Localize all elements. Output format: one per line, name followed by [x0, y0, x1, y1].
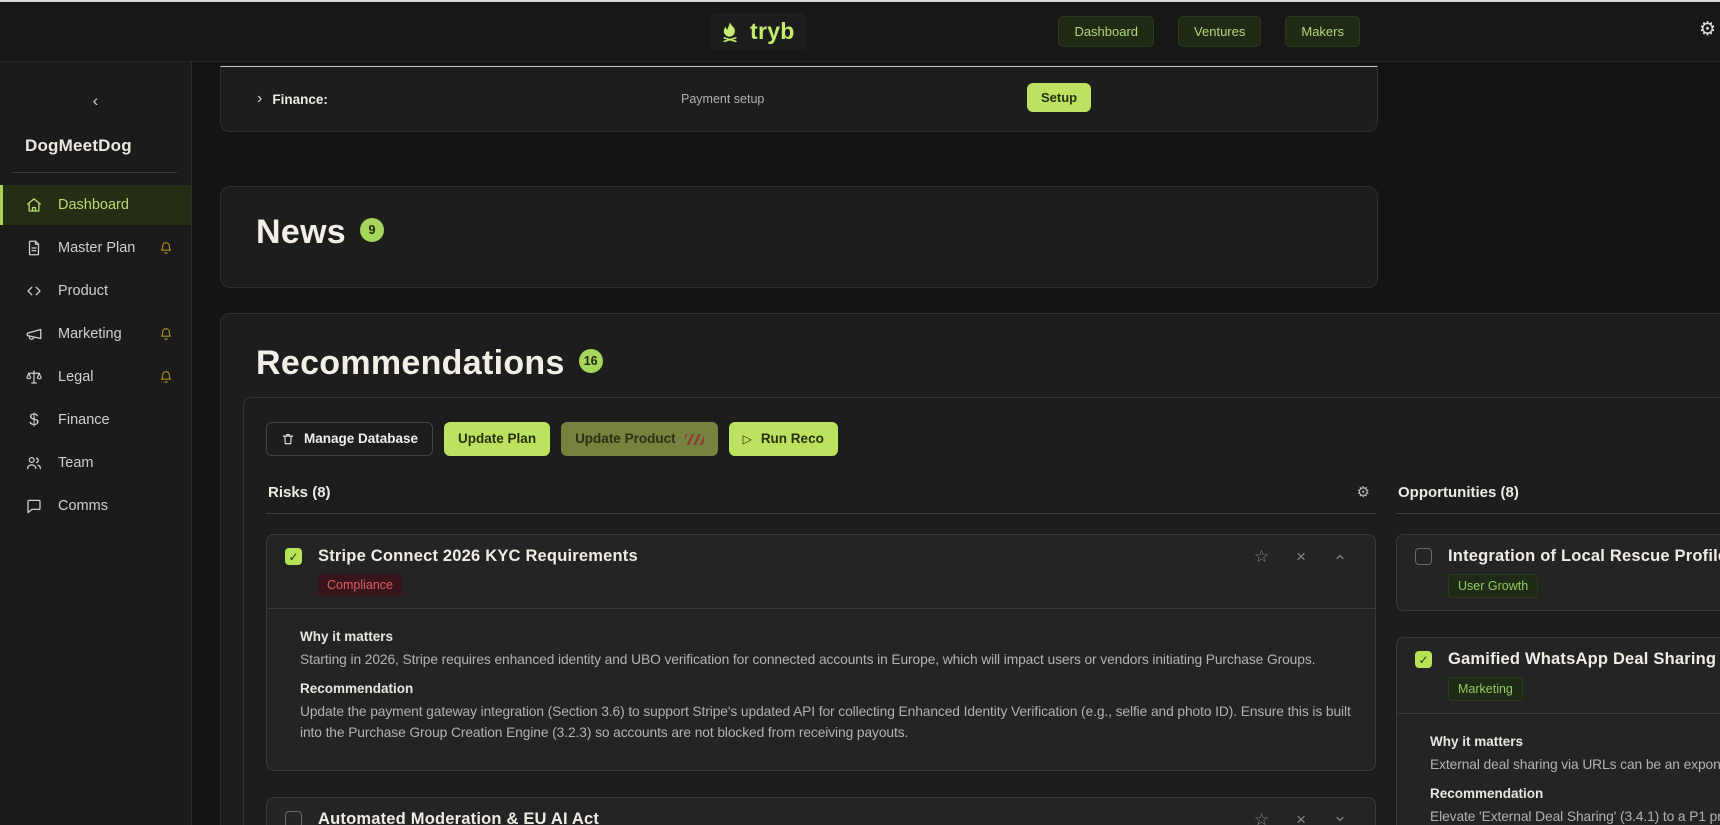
opportunities-column: Opportunities (8) ⚙ Integration of Local…: [1396, 484, 1720, 825]
sidebar-item-master-plan[interactable]: Master Plan: [0, 228, 191, 268]
recommendation-text: Update the payment gateway integration (…: [300, 703, 1351, 741]
news-count-badge: 9: [360, 218, 385, 242]
card-title: Integration of Local Rescue Profiles: [1448, 547, 1720, 565]
notification-bell-icon: [158, 326, 174, 342]
recommendations-panel: Manage Database Update Plan Update Produ…: [243, 397, 1720, 825]
finance-expand-chevron[interactable]: ›: [257, 90, 262, 108]
sidebar-item-label: Legal: [58, 369, 94, 385]
sidebar-item-label: Master Plan: [58, 240, 136, 256]
nav-dashboard-button[interactable]: Dashboard: [1058, 16, 1155, 47]
sidebar-item-label: Product: [58, 283, 108, 299]
news-title: News: [256, 213, 347, 251]
sidebar-item-comms[interactable]: Comms: [0, 486, 191, 526]
sidebar-item-label: Marketing: [58, 326, 122, 342]
category-tag: User Growth: [1448, 574, 1539, 598]
update-plan-button[interactable]: Update Plan: [444, 422, 551, 456]
why-it-matters-label: Why it matters: [300, 629, 394, 644]
recommendation-text-line1: Elevate 'External Deal Sharing' (3.4.1) …: [1430, 808, 1720, 824]
why-it-matters-text: External deal sharing via URLs can be an…: [1430, 757, 1720, 772]
megaphone-icon: [26, 328, 42, 340]
document-icon: [28, 240, 40, 256]
recommendations-title: Recommendations: [256, 344, 565, 382]
top-navigation: Dashboard Ventures Makers: [1058, 16, 1360, 47]
setup-button[interactable]: Setup: [1027, 83, 1092, 112]
update-product-button[interactable]: Update Product: [561, 422, 718, 456]
opportunity-card-whatsapp-sharing: ✓ Gamified WhatsApp Deal Sharing ☆ ×: [1396, 637, 1720, 825]
chevron-up-icon[interactable]: [1333, 550, 1347, 564]
chat-icon: [27, 499, 41, 514]
recommendation-label: Recommendation: [1430, 785, 1544, 801]
trash-icon: [282, 434, 294, 445]
hatch-stripes-icon: [684, 433, 704, 445]
why-it-matters-text: Starting in 2026, Stripe requires enhanc…: [300, 652, 1316, 667]
top-header: tryb Dashboard Ventures Makers ⚙: [0, 2, 1720, 62]
recommendation-label: Recommendation: [300, 680, 414, 696]
sidebar-item-dashboard[interactable]: Dashboard: [0, 185, 191, 225]
notification-bell-icon: [158, 369, 174, 385]
sidebar-item-marketing[interactable]: Marketing: [0, 314, 191, 354]
settings-gear-icon[interactable]: ⚙: [1699, 20, 1716, 39]
opportunity-card-rescue-profiles: Integration of Local Rescue Profiles ☆ ×: [1396, 534, 1720, 611]
risks-column: Risks (8) ⚙ ✓ Stripe Connect 2026 KYC Re…: [266, 484, 1376, 825]
card-title: Gamified WhatsApp Deal Sharing: [1448, 650, 1717, 668]
people-icon: [26, 456, 42, 470]
chevron-down-icon[interactable]: [1333, 812, 1347, 825]
card-checkbox-unchecked[interactable]: [285, 810, 302, 825]
nav-ventures-button[interactable]: Ventures: [1178, 16, 1262, 47]
recommendations-section: Recommendations 16 Manage Database Update…: [220, 313, 1720, 825]
close-icon[interactable]: ×: [1296, 548, 1306, 565]
close-icon[interactable]: ×: [1296, 811, 1306, 825]
card-title: Automated Moderation & EU AI Act: [318, 809, 600, 825]
star-icon[interactable]: ☆: [1254, 548, 1269, 565]
sidebar-item-legal[interactable]: Legal: [0, 357, 191, 397]
card-checkbox-unchecked[interactable]: [1415, 548, 1432, 565]
app-name: tryb: [750, 18, 795, 44]
card-title: Stripe Connect 2026 KYC Requirements: [318, 547, 638, 565]
sidebar-item-product[interactable]: Product: [0, 271, 191, 311]
campfire-logo-icon: [723, 21, 737, 42]
sidebar-item-finance[interactable]: $ Finance: [0, 400, 191, 440]
run-reco-button[interactable]: ▷ Run Reco: [728, 422, 838, 456]
risks-column-title: Risks (8): [268, 484, 331, 501]
recommendations-count-badge: 16: [578, 349, 603, 373]
dollar-icon: $: [29, 410, 39, 429]
card-checkbox-checked[interactable]: ✓: [1415, 651, 1432, 668]
risk-card-stripe-kyc: ✓ Stripe Connect 2026 KYC Requirements ☆…: [266, 534, 1376, 771]
opportunities-column-title: Opportunities (8): [1398, 484, 1519, 501]
top-edge-divider: [0, 0, 1720, 2]
main-content: › Finance: Payment setup Setup News 9 Rec…: [192, 62, 1720, 825]
finance-row-label: Finance:: [272, 91, 328, 107]
project-title: DogMeetDog: [25, 136, 132, 155]
category-tag: Marketing: [1448, 677, 1523, 701]
notification-bell-icon: [158, 240, 174, 256]
recommendations-toolbar: Manage Database Update Plan Update Produ…: [266, 422, 1720, 456]
sidebar-item-label: Dashboard: [58, 197, 129, 213]
sidebar-collapse-button[interactable]: ‹: [76, 90, 116, 112]
card-checkbox-checked[interactable]: ✓: [285, 548, 302, 565]
manage-database-button[interactable]: Manage Database: [266, 422, 434, 456]
why-it-matters-label: Why it matters: [1430, 734, 1524, 749]
sidebar: ‹ DogMeetDog Dashboard Master Plan Produ…: [0, 62, 192, 825]
risk-card-eu-ai-act: Automated Moderation & EU AI Act ☆ ×: [266, 796, 1376, 825]
scales-icon: [26, 370, 42, 384]
category-tag: Compliance: [318, 574, 403, 596]
finance-row-description: Payment setup: [681, 92, 765, 106]
news-section: News 9: [220, 186, 1378, 288]
nav-makers-button[interactable]: Makers: [1285, 16, 1360, 47]
sidebar-item-label: Finance: [58, 412, 110, 428]
sidebar-item-label: Comms: [58, 498, 108, 514]
sidebar-item-team[interactable]: Team: [0, 443, 191, 483]
sidebar-divider: [13, 172, 177, 173]
code-icon: [27, 286, 41, 296]
app-logo[interactable]: tryb: [710, 13, 807, 50]
recommendation-columns: Risks (8) ⚙ ✓ Stripe Connect 2026 KYC Re…: [266, 484, 1720, 825]
play-icon: ▷: [742, 432, 752, 446]
finance-row-card: › Finance: Payment setup Setup: [220, 66, 1378, 132]
sidebar-nav: Dashboard Master Plan Product Marketing …: [0, 185, 191, 526]
risks-settings-gear-icon[interactable]: ⚙: [1357, 485, 1370, 500]
home-icon: [26, 198, 42, 212]
sidebar-item-label: Team: [58, 455, 94, 471]
star-icon[interactable]: ☆: [1254, 811, 1269, 825]
